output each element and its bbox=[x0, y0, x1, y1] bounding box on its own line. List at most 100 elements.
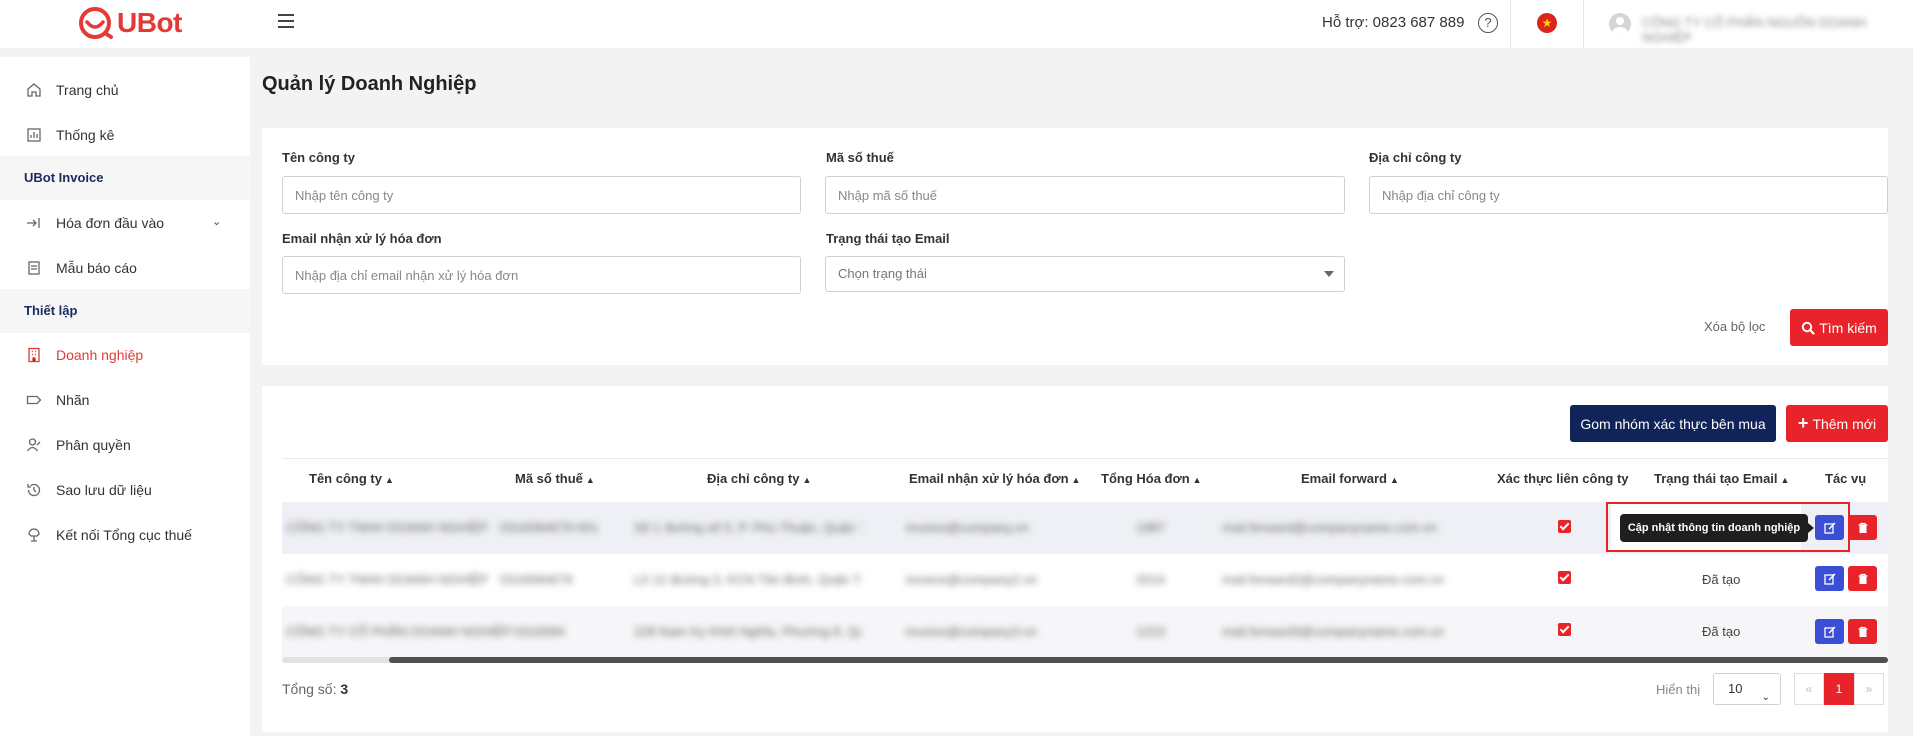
edit-icon bbox=[1823, 521, 1836, 534]
page-size-select[interactable]: 10 ⌄ bbox=[1713, 673, 1781, 705]
email-status-label: Trạng thái tạo Email bbox=[826, 231, 950, 246]
search-button-label: Tìm kiếm bbox=[1819, 319, 1877, 336]
search-icon bbox=[1802, 321, 1815, 335]
sidebar-item-label: Sao lưu dữ liệu bbox=[56, 482, 152, 498]
cell-company-name: CÔNG TY CỔ PHẦN DOANH NGHIỆP bbox=[286, 624, 512, 639]
cell-total: 1987 bbox=[1136, 520, 1165, 535]
sidebar-item-report-templates[interactable]: Mẫu báo cáo bbox=[0, 248, 250, 288]
sidebar-item-backup[interactable]: Sao lưu dữ liệu bbox=[0, 470, 250, 510]
scrollbar-thumb[interactable] bbox=[389, 657, 1888, 663]
th-label: Trạng thái tạo Email bbox=[1654, 471, 1778, 486]
chevron-down-icon[interactable]: ⌄ bbox=[212, 215, 221, 228]
avatar[interactable] bbox=[1609, 13, 1631, 35]
table-row[interactable]: CÔNG TY CỔ PHẦN DOANH NGHIỆP 0316584 228… bbox=[282, 606, 1888, 658]
chevron-down-icon: ⌄ bbox=[1761, 692, 1770, 703]
cell-tax-code: 0316584 bbox=[514, 624, 565, 639]
th-tax-code[interactable]: Mã số thuế ▲︎ bbox=[515, 471, 595, 486]
tax-code-input[interactable] bbox=[825, 176, 1345, 214]
page-size-value: 10 bbox=[1728, 681, 1743, 696]
cell-email: invoice@company.vn bbox=[906, 520, 1029, 535]
email-label: Email nhận xử lý hóa đơn bbox=[282, 231, 442, 246]
report-icon bbox=[25, 259, 43, 277]
history-icon bbox=[25, 481, 43, 499]
edit-button[interactable] bbox=[1815, 515, 1844, 540]
add-new-button[interactable]: + Thêm mới bbox=[1786, 405, 1888, 442]
company-name-input[interactable] bbox=[282, 176, 801, 214]
inbox-icon bbox=[25, 214, 43, 232]
caret-down-icon bbox=[1324, 271, 1334, 277]
building-icon bbox=[25, 346, 43, 364]
logo-text: UBot bbox=[117, 7, 182, 38]
verify-checkbox[interactable] bbox=[1558, 571, 1571, 584]
cell-address: 228 Nam Kỳ Khởi Nghĩa, Phường 8, Quận 3 bbox=[634, 624, 862, 639]
sidebar-item-input-invoices[interactable]: Hóa đơn đầu vào ⌄ bbox=[0, 203, 250, 243]
sort-icon: ▲︎ bbox=[1071, 475, 1081, 485]
sidebar-item-permissions[interactable]: Phân quyền bbox=[0, 425, 250, 465]
cell-total: 1223 bbox=[1136, 624, 1165, 639]
add-new-label: Thêm mới bbox=[1812, 415, 1877, 432]
sidebar-item-label: Kết nối Tổng cục thuế bbox=[56, 527, 192, 543]
verify-checkbox[interactable] bbox=[1558, 520, 1571, 533]
tax-code-label: Mã số thuế bbox=[826, 150, 894, 165]
cell-email: invoice@company3.vn bbox=[906, 624, 1037, 639]
page-1-button[interactable]: 1 bbox=[1824, 673, 1854, 705]
edit-icon bbox=[1823, 625, 1836, 638]
prev-page-button[interactable]: « bbox=[1794, 673, 1824, 705]
th-email-status[interactable]: Trạng thái tạo Email ▲︎ bbox=[1654, 471, 1789, 486]
th-label: Mã số thuế bbox=[515, 471, 583, 486]
next-page-button[interactable]: » bbox=[1854, 673, 1884, 705]
th-label: Email forward bbox=[1301, 471, 1387, 486]
delete-button[interactable] bbox=[1848, 619, 1877, 644]
sidebar-item-label: Nhãn bbox=[56, 392, 90, 408]
menu-toggle-icon[interactable] bbox=[278, 14, 294, 30]
cell-tax-code: 0316584679 bbox=[500, 572, 573, 587]
th-actions: Tác vụ bbox=[1825, 471, 1867, 486]
th-label: Địa chỉ công ty bbox=[707, 471, 800, 486]
cell-email-status: Đã tạo bbox=[1702, 624, 1741, 639]
chart-icon bbox=[25, 126, 43, 144]
help-icon[interactable]: ? bbox=[1478, 13, 1498, 33]
top-bar: UBot Hỗ trợ: 0823 687 889 ? ★ CÔNG TY CỔ… bbox=[0, 0, 1913, 48]
verify-checkbox[interactable] bbox=[1558, 623, 1571, 636]
sort-icon: ▲︎ bbox=[585, 475, 595, 485]
address-input[interactable] bbox=[1369, 176, 1888, 214]
email-input[interactable] bbox=[282, 256, 801, 294]
cell-email-forward: mail.forward@companyname.com.vn bbox=[1222, 520, 1437, 535]
table-row[interactable]: CÔNG TY TNHH DOANH NGHIỆP 0316584679 Lô … bbox=[282, 554, 1888, 606]
sidebar-item-label: Doanh nghiệp bbox=[56, 347, 144, 363]
th-company-name[interactable]: Tên công ty ▲︎ bbox=[309, 471, 394, 486]
sidebar-item-labels[interactable]: Nhãn bbox=[0, 380, 250, 420]
cell-email-forward: mail.forward3@companyname.com.vn bbox=[1222, 624, 1445, 639]
cell-email-status: Đã tạo bbox=[1702, 572, 1741, 587]
th-total-invoices[interactable]: Tổng Hóa đơn ▲︎ bbox=[1101, 471, 1202, 486]
sidebar-item-home[interactable]: Trang chủ bbox=[0, 70, 250, 110]
edit-button[interactable] bbox=[1815, 566, 1844, 591]
edit-tooltip: Cập nhật thông tin doanh nghiệp bbox=[1620, 514, 1814, 542]
horizontal-scrollbar[interactable] bbox=[282, 657, 1888, 663]
address-label: Địa chỉ công ty bbox=[1369, 150, 1462, 165]
sidebar-item-tax-connect[interactable]: Kết nối Tổng cục thuế bbox=[0, 515, 250, 555]
th-label: Email nhận xử lý hóa đơn bbox=[909, 471, 1069, 486]
total-count: Tổng số: 3 bbox=[282, 681, 348, 697]
email-status-select[interactable]: Chọn trạng thái bbox=[825, 256, 1345, 292]
sidebar-item-enterprise[interactable]: Doanh nghiệp bbox=[0, 335, 250, 375]
edit-button[interactable] bbox=[1815, 619, 1844, 644]
th-email[interactable]: Email nhận xử lý hóa đơn ▲︎ bbox=[909, 471, 1080, 486]
search-button[interactable]: Tìm kiếm bbox=[1790, 309, 1888, 346]
ubot-logo[interactable]: UBot bbox=[77, 6, 182, 40]
delete-button[interactable] bbox=[1848, 515, 1877, 540]
vietnam-flag-icon[interactable]: ★ bbox=[1537, 13, 1557, 33]
group-verify-buyer-button[interactable]: Gom nhóm xác thực bên mua bbox=[1570, 405, 1776, 442]
th-inter-company-verify: Xác thực liên công ty bbox=[1497, 471, 1629, 486]
total-label: Tổng số: bbox=[282, 681, 337, 697]
th-email-forward[interactable]: Email forward ▲︎ bbox=[1301, 471, 1399, 486]
sidebar-item-label: Phân quyền bbox=[56, 437, 131, 453]
delete-button[interactable] bbox=[1848, 566, 1877, 591]
clear-filter-button[interactable]: Xóa bộ lọc bbox=[1704, 319, 1765, 334]
username[interactable]: CÔNG TY CỔ PHẦN NGUỒN DOANH NGHIỆP bbox=[1642, 15, 1913, 45]
cell-company-name: CÔNG TY TNHH DOANH NGHIỆP bbox=[286, 572, 489, 587]
cell-address: Số 1 đường số 5, P. Phú Thuận, Quận 7, T… bbox=[634, 520, 862, 535]
user-permission-icon bbox=[25, 436, 43, 454]
th-address[interactable]: Địa chỉ công ty ▲︎ bbox=[707, 471, 811, 486]
sidebar-item-statistics[interactable]: Thống kê bbox=[0, 115, 250, 155]
